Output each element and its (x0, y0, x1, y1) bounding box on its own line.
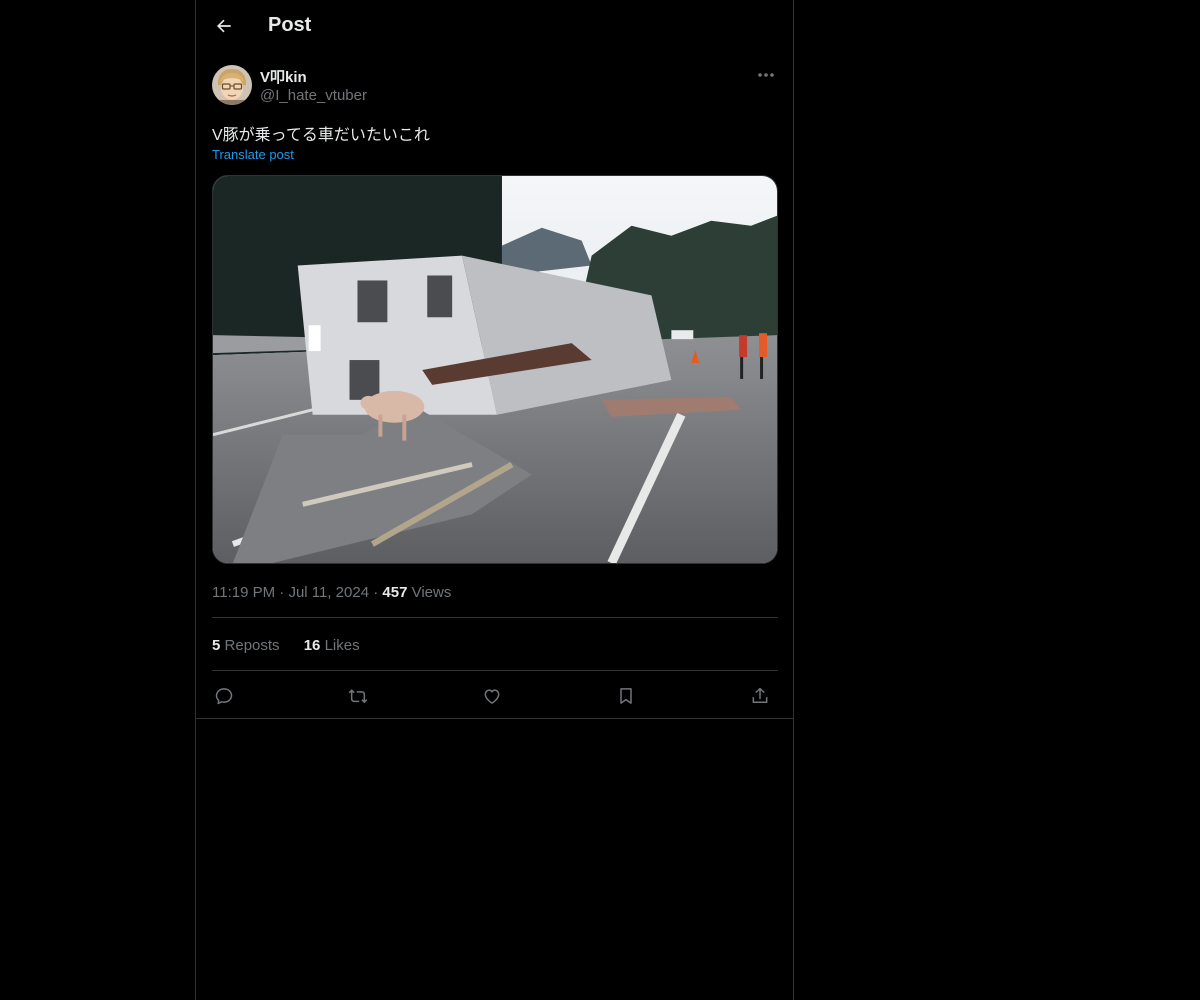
likes-stat[interactable]: 16 Likes (304, 637, 360, 654)
reposts-stat[interactable]: 5 Reposts (212, 637, 280, 654)
arrow-left-icon (217, 19, 231, 33)
post-bottom-border (196, 718, 793, 719)
page-title: Post (268, 14, 312, 36)
reply-button[interactable] (212, 684, 236, 708)
share-icon (752, 687, 768, 703)
share-button[interactable] (748, 684, 772, 708)
reposts-count: 5 (212, 637, 221, 654)
likes-count: 16 (303, 637, 321, 654)
bookmark-icon (620, 688, 632, 704)
reply-icon (215, 688, 233, 705)
reposts-label: Reposts (224, 637, 280, 654)
likes-label: Likes (324, 637, 360, 654)
post-header: Post (196, 0, 793, 53)
translate-link[interactable]: Translate post (212, 147, 294, 162)
views-label: Views (411, 584, 452, 601)
post-image[interactable] (212, 175, 778, 564)
post-text: V豚が乗ってる車だいたいこれ (212, 127, 430, 144)
post-date[interactable]: Jul 11, 2024 (288, 584, 369, 601)
post-time[interactable]: 11:19 PM (212, 584, 275, 601)
post-column: Post V叩kin @I_hate_vtuber V豚が乗ってる車だいたいこれ… (195, 0, 794, 1000)
post-actions (212, 684, 778, 708)
bookmark-button[interactable] (614, 684, 638, 708)
like-button[interactable] (480, 684, 504, 708)
more-button[interactable] (754, 65, 778, 85)
post-author: V叩kin @I_hate_vtuber (212, 65, 778, 109)
divider (212, 617, 778, 618)
repost-button[interactable] (346, 684, 370, 708)
more-icon (758, 73, 774, 77)
divider (212, 670, 778, 671)
repost-icon (348, 689, 368, 704)
heart-icon (484, 689, 500, 704)
author-handle[interactable]: @I_hate_vtuber (260, 87, 367, 104)
views-count: 457 (382, 584, 408, 601)
post-meta: 11:19 PM · Jul 11, 2024 · 457 Views (212, 584, 451, 601)
author-name[interactable]: V叩kin (260, 66, 307, 87)
back-button[interactable] (212, 14, 236, 38)
avatar[interactable] (212, 65, 252, 105)
post-stats: 5 Reposts 16 Likes (212, 637, 380, 654)
